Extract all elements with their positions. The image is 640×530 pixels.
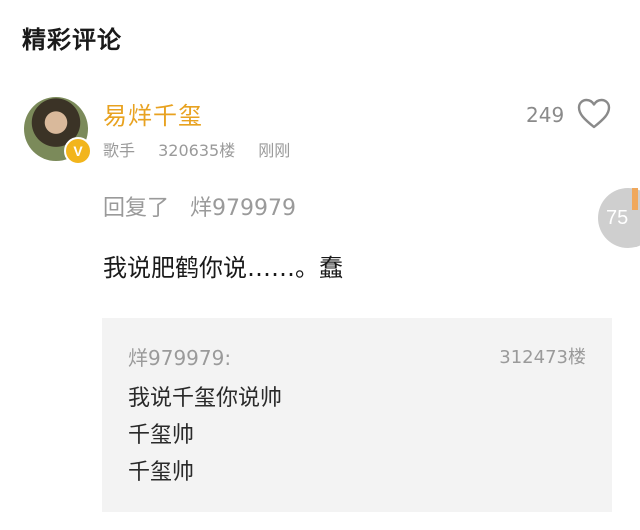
user-role: 歌手 [103, 141, 136, 160]
quoted-line: 我说千玺你说帅 [128, 386, 283, 411]
quoted-line: 千玺帅 [128, 460, 195, 485]
comment-text: 我说肥鹤你说……。蠢 [103, 254, 343, 282]
floating-count-bubble[interactable]: 75 [598, 188, 640, 248]
section-title: 精彩评论 [22, 26, 122, 54]
like-count: 249 [526, 103, 565, 127]
reply-to-line: 回复了 烊979979 [103, 190, 296, 222]
comment-time: 刚刚 [258, 141, 291, 160]
avatar[interactable]: V [24, 97, 92, 165]
verified-v-badge-icon: V [64, 137, 92, 165]
comment-meta: 歌手 320635楼 刚刚 [103, 137, 308, 161]
quoted-comment[interactable]: 烊979979: 312473楼 我说千玺你说帅 千玺帅 千玺帅 [102, 318, 612, 512]
reply-to-user[interactable]: 烊979979 [190, 196, 296, 221]
comment-floor: 320635楼 [158, 141, 236, 160]
heart-outline-icon[interactable] [576, 96, 612, 132]
quoted-username: 烊979979: [128, 346, 232, 370]
comment-username[interactable]: 易烊千玺 [103, 96, 203, 131]
quoted-line: 千玺帅 [128, 423, 195, 448]
quoted-floor: 312473楼 [499, 347, 586, 368]
reply-prefix: 回复了 [103, 196, 170, 221]
